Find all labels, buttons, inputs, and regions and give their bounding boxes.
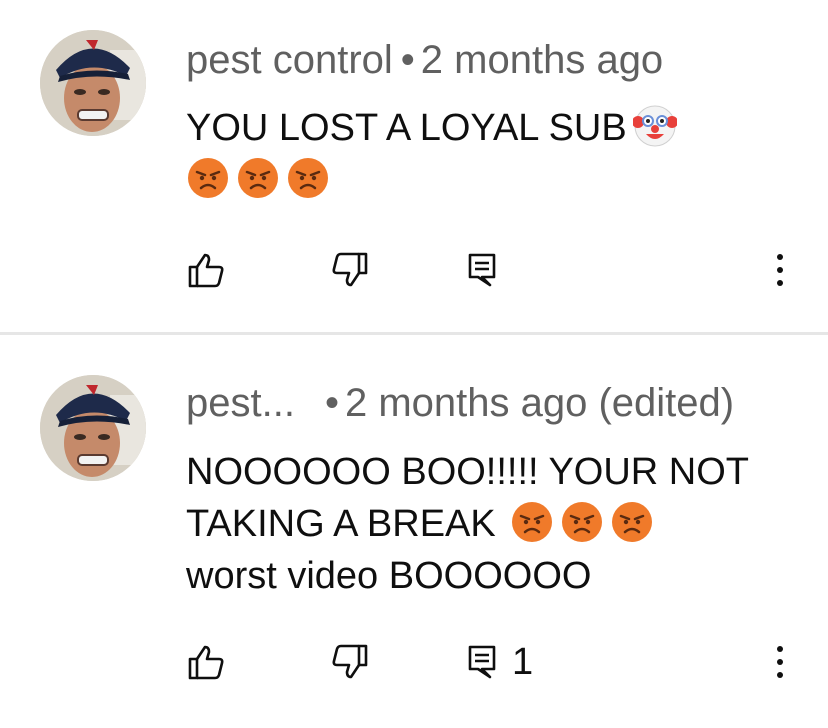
more-options-button[interactable] (770, 642, 790, 682)
more-vertical-icon (777, 254, 783, 286)
comment-text: YOU LOST A LOYAL SUB (186, 102, 677, 206)
angry-face-emoji (236, 156, 280, 200)
more-options-button[interactable] (770, 250, 790, 290)
comment-actions (0, 238, 828, 298)
thumbs-up-icon (188, 253, 224, 288)
comment-line-text: TAKING A BREAK (186, 503, 496, 545)
comment-line: NOOOOOO BOO!!!!! YOUR NOT (186, 451, 750, 493)
avatar-image (40, 375, 146, 481)
comment-1: pest control • 2 months ago YOU LOST A LOY… (0, 0, 828, 333)
avatar[interactable] (40, 30, 146, 136)
comment-meta: pest... • 2 months ago (edited) (186, 379, 734, 427)
author-name[interactable]: pest control (186, 38, 393, 82)
comment-actions: 1 (0, 630, 828, 690)
dislike-button[interactable] (330, 642, 370, 682)
meta-separator: • (324, 381, 339, 425)
comment-line-text: YOU LOST A LOYAL SUB (186, 107, 627, 149)
angry-face-emoji (286, 156, 330, 200)
timestamp[interactable]: 2 months ago (421, 38, 663, 82)
thumbs-down-icon (332, 252, 368, 287)
comment-2: pest... • 2 months ago (edited) NOOOOOO BO… (0, 335, 828, 728)
like-button[interactable] (186, 642, 226, 682)
comment-text: NOOOOOO BOO!!!!! YOUR NOT TAKING A BREAK… (186, 446, 749, 602)
more-vertical-icon (777, 646, 783, 678)
meta-separator: • (400, 38, 415, 82)
reply-count: 1 (512, 641, 534, 683)
comment-line (186, 154, 677, 206)
dislike-button[interactable] (330, 250, 370, 290)
comment-line: YOU LOST A LOYAL SUB (186, 102, 677, 154)
reply-button[interactable] (466, 250, 512, 290)
avatar[interactable] (40, 375, 146, 481)
timestamp[interactable]: 2 months ago (edited) (345, 381, 734, 425)
angry-face-emoji (186, 156, 230, 200)
angry-face-emoji (510, 500, 554, 544)
like-button[interactable] (186, 250, 226, 290)
thumbs-up-icon (188, 645, 224, 680)
comment-meta: pest control • 2 months ago (186, 36, 663, 84)
reply-comment-icon (468, 645, 496, 679)
comment-line: worst video BOOOOOO (186, 555, 592, 597)
avatar-image (40, 30, 146, 136)
angry-face-emoji (610, 500, 654, 544)
clown-face-emoji (632, 104, 677, 148)
thumbs-down-icon (332, 644, 368, 679)
author-name[interactable]: pest... (186, 381, 295, 425)
reply-comment-icon (468, 253, 496, 287)
reply-button[interactable]: 1 (466, 642, 533, 682)
angry-face-emoji (560, 500, 604, 544)
comment-line: TAKING A BREAK (186, 498, 749, 550)
